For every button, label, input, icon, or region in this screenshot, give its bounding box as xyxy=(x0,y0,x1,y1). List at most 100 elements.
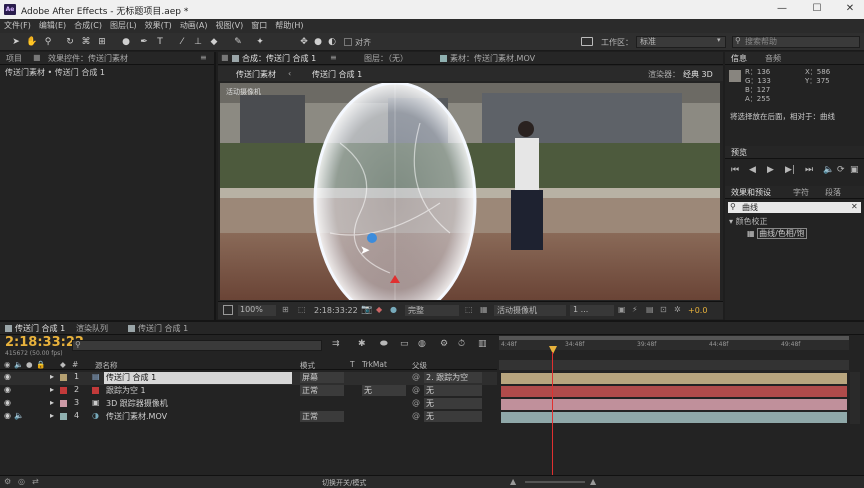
workspace-select[interactable]: 标准 xyxy=(636,36,726,48)
clone-stamp-tool-icon[interactable]: ⊥ xyxy=(192,36,204,48)
keyframe-icon[interactable]: ▥ xyxy=(478,339,487,349)
parent-pickwhip-icon[interactable]: @ xyxy=(412,372,420,381)
eraser-tool-icon[interactable]: ◆ xyxy=(208,36,220,48)
label-color[interactable] xyxy=(60,387,67,394)
loop-icon[interactable]: ⟳ xyxy=(837,165,845,175)
parent-pickwhip-icon[interactable]: @ xyxy=(412,385,420,394)
layer-name[interactable]: 跟踪为空 1 xyxy=(106,385,146,396)
menu-file[interactable]: 文件(F) xyxy=(0,19,35,33)
tab-layer[interactable]: 图层：（无） xyxy=(364,53,408,64)
visibility-icon[interactable]: ◉ xyxy=(4,372,11,381)
tab-render-queue[interactable]: 渲染队列 xyxy=(76,323,108,334)
exposure-value[interactable]: +0.0 xyxy=(688,306,707,315)
resolution-select[interactable]: 完整 xyxy=(405,305,459,316)
toggle-switches-modes-button[interactable]: 切换开关/模式 xyxy=(322,478,366,488)
lock-icon[interactable]: ■ xyxy=(33,53,41,62)
layer-search-input[interactable] xyxy=(72,340,322,351)
region-of-interest-icon[interactable]: ⬚ xyxy=(465,305,473,314)
play-icon[interactable]: ▶ xyxy=(767,165,774,175)
menu-edit[interactable]: 编辑(E) xyxy=(35,19,70,33)
menu-composition[interactable]: 合成(C) xyxy=(70,19,106,33)
hand-tool-icon[interactable]: ✋ xyxy=(26,36,38,48)
snap-checkbox[interactable] xyxy=(344,38,352,46)
visibility-icon[interactable]: ◉ xyxy=(4,411,11,420)
col-mode[interactable]: 模式 xyxy=(300,360,315,371)
brainstorm-icon[interactable]: ⏱ xyxy=(458,339,465,349)
camera-tool-icon[interactable]: ⌘ xyxy=(80,36,92,48)
brush-tool-icon[interactable]: ⁄ xyxy=(176,36,188,48)
tab-timeline-comp[interactable]: 传送门 合成 1 xyxy=(5,323,65,334)
tab-timeline-comp2[interactable]: 传送门 合成 1 xyxy=(128,323,188,334)
show-snapshot-icon[interactable]: ◆ xyxy=(376,305,382,314)
snapshot-icon[interactable]: 📷 xyxy=(361,305,372,315)
rotate-tool-icon[interactable]: ↻ xyxy=(64,36,76,48)
type-tool-icon[interactable]: T xyxy=(154,36,166,48)
panel-menu-icon[interactable]: ≡ xyxy=(200,53,207,62)
subtab-footage[interactable]: 传送门素材 xyxy=(236,69,276,80)
ellipse-tool-icon[interactable]: ● xyxy=(120,36,132,48)
view-axis-icon[interactable]: ◐ xyxy=(326,36,338,48)
next-frame-icon[interactable]: ▶| xyxy=(785,165,795,175)
audio-icon[interactable]: 🔈 xyxy=(14,411,24,420)
layer-mode-select[interactable]: 正常 xyxy=(300,385,344,396)
prev-frame-icon[interactable]: ◀ xyxy=(749,165,756,175)
menu-help[interactable]: 帮助(H) xyxy=(271,19,307,33)
reset-exposure-icon[interactable]: ✲ xyxy=(674,305,681,314)
safe-zones-icon[interactable]: ⊞ xyxy=(282,305,289,314)
expand-icon[interactable]: ▸ xyxy=(50,385,54,394)
composition-preview[interactable]: 活动摄像机 ➤ xyxy=(220,83,720,300)
layer-mode-select[interactable]: 正常 xyxy=(300,411,344,422)
layer-mode-select[interactable]: 屏幕 xyxy=(300,372,344,383)
zoom-select[interactable]: 100% xyxy=(238,305,276,316)
effect-item[interactable]: ▦ 曲线/色相/饱 xyxy=(747,228,807,239)
channel-icon[interactable]: ● xyxy=(390,305,397,314)
first-frame-icon[interactable]: ⏮ xyxy=(731,165,739,175)
viewer-menu-icon[interactable]: ≡ xyxy=(330,53,337,62)
tab-effect-controls[interactable]: 效果控件：传送门素材 xyxy=(48,53,183,64)
camera-view-select[interactable]: 活动摄像机 xyxy=(494,305,566,316)
layer-parent-select[interactable]: 2. 跟踪为空 xyxy=(424,372,482,383)
col-parent[interactable]: 父级 xyxy=(412,360,427,371)
tab-paragraph[interactable]: 段落 xyxy=(825,187,841,198)
menu-effect[interactable]: 效果(T) xyxy=(141,19,176,33)
subtab-composition[interactable]: 传送门 合成 1 xyxy=(312,69,362,80)
pen-tool-icon[interactable]: ✒ xyxy=(138,36,150,48)
work-area-bar[interactable] xyxy=(499,336,849,340)
menu-view[interactable]: 视图(V) xyxy=(212,19,248,33)
expand-icon[interactable]: ▸ xyxy=(50,398,54,407)
mask-visibility-icon[interactable]: ⬚ xyxy=(298,305,306,314)
tab-info[interactable]: 信息 xyxy=(731,53,747,64)
menu-layer[interactable]: 图层(L) xyxy=(106,19,141,33)
layer-row[interactable]: ◉ ▸ 2 跟踪为空 1 正常 无 @ 无 xyxy=(0,385,497,398)
parent-pickwhip-icon[interactable]: @ xyxy=(412,398,420,407)
transfer-controls-icon[interactable]: ◎ xyxy=(18,477,25,486)
playhead-line[interactable] xyxy=(552,352,553,477)
in-out-icon[interactable]: ⇄ xyxy=(32,477,39,486)
transparency-grid-icon[interactable]: ▦ xyxy=(480,305,488,314)
motion-blur-icon[interactable]: ◍ xyxy=(418,339,426,349)
axis-mode-icon[interactable]: ✥ xyxy=(298,36,310,48)
expand-icon[interactable]: ▸ xyxy=(50,372,54,381)
label-color[interactable] xyxy=(60,374,67,381)
tab-project[interactable]: 项目 xyxy=(6,53,22,64)
help-search-input[interactable]: 搜索帮助 xyxy=(732,36,860,48)
layer-row[interactable]: ◉ 🔈 ▸ 4 ◑ 传送门素材.MOV 正常 @ 无 xyxy=(0,411,497,424)
frame-blending-icon[interactable]: ▭ xyxy=(400,339,409,349)
menu-window[interactable]: 窗口 xyxy=(247,19,271,33)
roto-brush-tool-icon[interactable]: ✎ xyxy=(232,36,244,48)
expand-icon[interactable]: ▸ xyxy=(50,411,54,420)
clear-search-icon[interactable]: ✕ xyxy=(851,202,858,211)
zoom-out-icon[interactable]: ▲ xyxy=(510,477,516,486)
parent-pickwhip-icon[interactable]: @ xyxy=(412,411,420,420)
zoom-tool-icon[interactable]: ⚲ xyxy=(42,36,54,48)
renderer-select[interactable]: 经典 3D xyxy=(683,69,713,80)
label-color[interactable] xyxy=(60,413,67,420)
playhead-handle[interactable] xyxy=(549,346,557,354)
shy-layers-icon[interactable]: ⬬ xyxy=(380,339,388,349)
selection-tool-icon[interactable]: ➤ xyxy=(10,36,22,48)
tab-audio[interactable]: 音频 xyxy=(765,53,781,64)
toggle-pixel-aspect-icon[interactable]: ▣ xyxy=(618,305,626,314)
timeline-icon[interactable]: ▤ xyxy=(646,305,654,314)
always-preview-icon[interactable] xyxy=(223,305,233,315)
timeline-zoom-slider[interactable] xyxy=(525,481,585,483)
